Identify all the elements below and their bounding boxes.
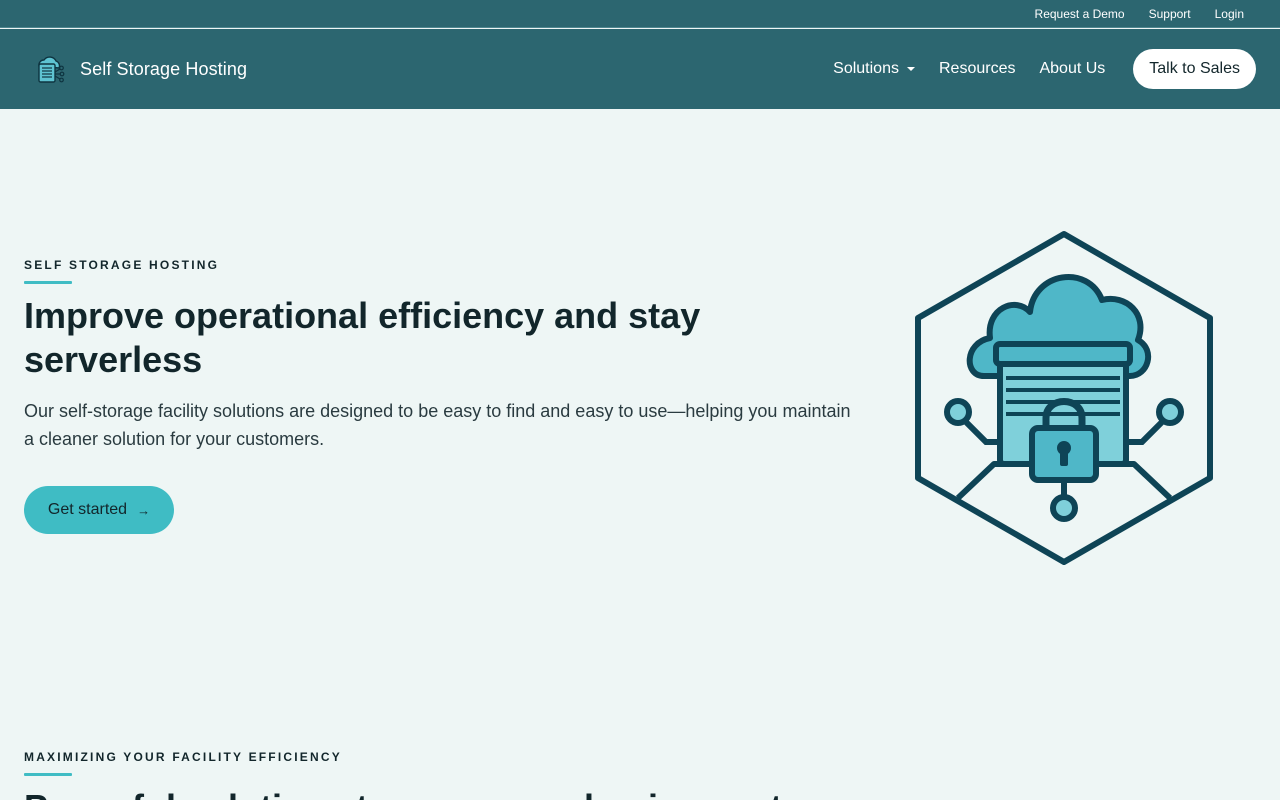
request-demo-link[interactable]: Request a Demo bbox=[1035, 7, 1125, 21]
cloud-storage-icon bbox=[38, 56, 65, 83]
hero-section: SELF STORAGE HOSTING Improve operational… bbox=[24, 258, 864, 534]
arrow-right-icon: → bbox=[137, 502, 151, 518]
section-title: Powerful solutions to grow your business… bbox=[24, 786, 924, 800]
login-link[interactable]: Login bbox=[1215, 7, 1244, 21]
eyebrow-underline bbox=[24, 281, 72, 284]
nav-solutions-dropdown[interactable]: Solutions bbox=[833, 60, 915, 78]
support-link[interactable]: Support bbox=[1149, 7, 1191, 21]
hero-eyebrow: SELF STORAGE HOSTING bbox=[24, 258, 220, 272]
main-nav: Self Storage Hosting Solutions Resources… bbox=[0, 29, 1280, 109]
section-eyebrow-underline bbox=[24, 773, 72, 776]
nav-links: Solutions Resources About Us bbox=[833, 60, 1105, 78]
brand-name: Self Storage Hosting bbox=[80, 58, 248, 79]
efficiency-section: MAXIMIZING YOUR FACILITY EFFICIENCY Powe… bbox=[24, 750, 924, 800]
secure-cloud-storage-icon bbox=[915, 231, 1213, 565]
hero-title: Improve operational efficiency and stay … bbox=[24, 295, 701, 380]
get-started-label: Get started bbox=[47, 501, 128, 518]
section-eyebrow: MAXIMIZING YOUR FACILITY EFFICIENCY bbox=[24, 750, 342, 764]
get-started-button[interactable]: Get started → bbox=[24, 486, 174, 534]
caret-down-icon bbox=[906, 67, 915, 71]
nav-resources-link[interactable]: Resources bbox=[939, 60, 1015, 78]
talk-to-sales-button[interactable]: Talk to Sales bbox=[1133, 49, 1256, 89]
hero-description: Our self-storage facility solutions are … bbox=[24, 401, 851, 449]
brand-link[interactable]: Self Storage Hosting bbox=[32, 52, 247, 86]
nav-solutions-label: Solutions bbox=[833, 60, 899, 77]
utility-bar: Request a Demo Support Login bbox=[0, 0, 1280, 28]
nav-about-link[interactable]: About Us bbox=[1039, 60, 1105, 78]
